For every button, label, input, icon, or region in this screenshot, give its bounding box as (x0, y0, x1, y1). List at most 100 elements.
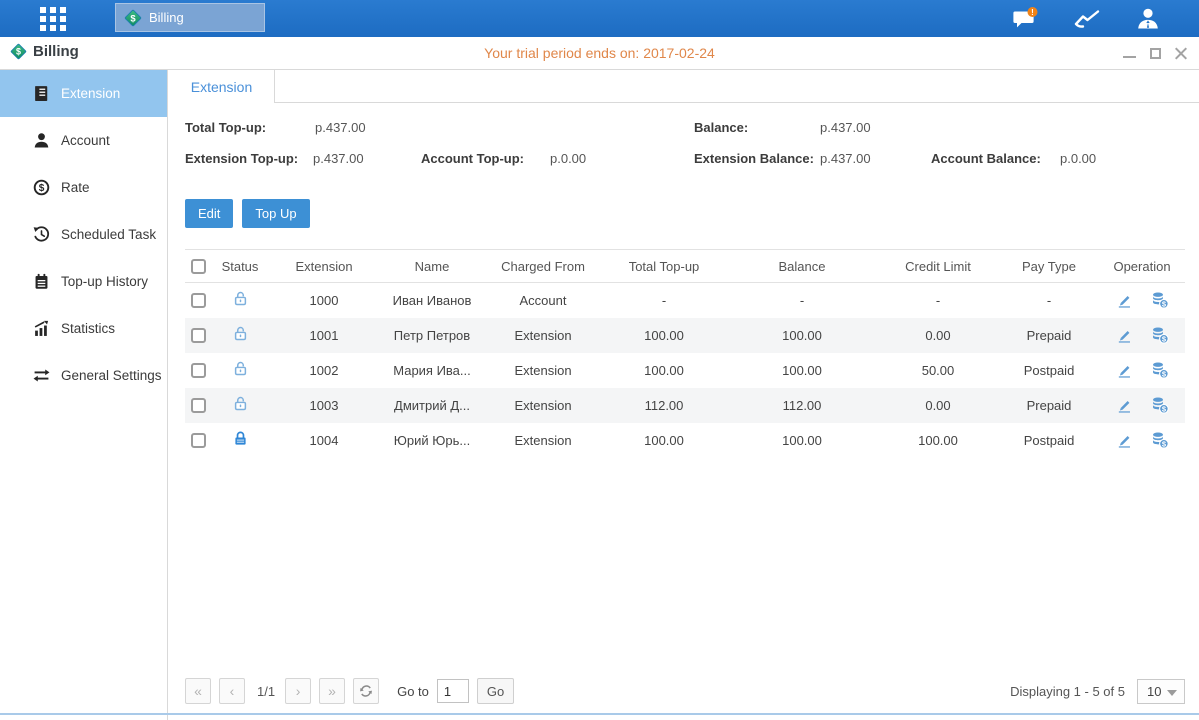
cell-balance: 112.00 (727, 388, 877, 423)
taskbar-tab-billing[interactable]: $ Billing (115, 3, 265, 32)
row-checkbox[interactable] (191, 398, 206, 413)
window-bottom-border (0, 713, 1199, 715)
col-extension: Extension (269, 250, 379, 283)
cell-credit-limit: 50.00 (877, 353, 999, 388)
lock-status-icon[interactable] (232, 325, 249, 342)
tab-extension[interactable]: Extension (169, 70, 275, 103)
lock-status-icon[interactable] (232, 430, 249, 447)
extension-topup-value: p.437.00 (313, 151, 364, 166)
balance-label: Balance: (694, 120, 748, 135)
sidebar-item-statistics[interactable]: Statistics (0, 305, 167, 352)
window-title-bar: $ Billing Your trial period ends on: 201… (0, 37, 1199, 70)
edit-row-icon[interactable] (1116, 432, 1133, 449)
cell-balance: - (727, 283, 877, 318)
ledger-icon (33, 85, 50, 102)
notebook-icon (33, 273, 50, 290)
go-button[interactable]: Go (477, 678, 514, 704)
sidebar-item-label: Account (61, 133, 110, 148)
minimize-icon[interactable] (1123, 56, 1136, 58)
cell-total-topup: 100.00 (601, 423, 727, 458)
sidebar: Extension Account $ Rate (0, 70, 168, 720)
cell-total-topup: - (601, 283, 727, 318)
cell-pay-type: Prepaid (999, 388, 1099, 423)
maximize-icon[interactable] (1150, 48, 1161, 59)
top-up-row-icon[interactable]: $ (1151, 326, 1169, 344)
trial-notice: Your trial period ends on: 2017-02-24 (0, 45, 1199, 61)
edit-button[interactable]: Edit (185, 199, 233, 228)
sidebar-item-scheduled-task[interactable]: Scheduled Task (0, 211, 167, 258)
cell-name: Дмитрий Д... (379, 388, 485, 423)
cell-name: Мария Ива... (379, 353, 485, 388)
close-icon[interactable] (1175, 47, 1187, 59)
table-row: 1000 Иван Иванов Account - - - - $ (185, 283, 1185, 318)
cell-charged-from: Extension (485, 353, 601, 388)
row-checkbox[interactable] (191, 293, 206, 308)
refresh-button[interactable] (353, 678, 379, 704)
person-icon (33, 132, 50, 149)
user-account-icon[interactable] (1135, 7, 1161, 31)
cell-balance: 100.00 (727, 423, 877, 458)
page-indicator: 1/1 (253, 684, 279, 699)
total-topup-value: p.437.00 (315, 120, 366, 135)
chevron-down-icon (1167, 690, 1177, 696)
select-all-checkbox[interactable] (191, 259, 206, 274)
account-balance-label: Account Balance: (931, 151, 1041, 166)
cell-extension: 1003 (269, 388, 379, 423)
lock-status-icon[interactable] (232, 290, 249, 307)
first-page-button[interactable]: « (185, 678, 211, 704)
sidebar-item-topup-history[interactable]: Top-up History (0, 258, 167, 305)
displaying-text: Displaying 1 - 5 of 5 (1010, 684, 1125, 699)
cell-charged-from: Extension (485, 388, 601, 423)
lock-status-icon[interactable] (232, 360, 249, 377)
top-up-button[interactable]: Top Up (242, 199, 309, 228)
sidebar-item-rate[interactable]: $ Rate (0, 164, 167, 211)
top-up-row-icon[interactable]: $ (1151, 431, 1169, 449)
pagination-bar: « ‹ 1/1 › » Go to Go Displaying 1 - 5 of… (185, 676, 1185, 706)
prev-page-button[interactable]: ‹ (219, 678, 245, 704)
page-size-dropdown[interactable]: 10 (1137, 679, 1185, 704)
sidebar-item-label: Scheduled Task (61, 227, 156, 242)
sidebar-item-label: Top-up History (61, 274, 148, 289)
cell-pay-type: - (999, 283, 1099, 318)
cell-credit-limit: 0.00 (877, 388, 999, 423)
sidebar-item-label: Extension (61, 86, 120, 101)
clock-history-icon (33, 226, 50, 243)
sidebar-item-label: General Settings (61, 368, 162, 383)
edit-row-icon[interactable] (1116, 292, 1133, 309)
top-up-row-icon[interactable]: $ (1151, 396, 1169, 414)
extension-balance-value: p.437.00 (820, 151, 871, 166)
account-topup-label: Account Top-up: (421, 151, 524, 166)
svg-text:$: $ (39, 183, 45, 194)
goto-page-input[interactable] (437, 679, 469, 703)
cell-total-topup: 112.00 (601, 388, 727, 423)
extension-topup-label: Extension Top-up: (185, 151, 298, 166)
main-content: Extension Total Top-up: p.437.00 Balance… (168, 70, 1199, 720)
sidebar-item-extension[interactable]: Extension (0, 70, 167, 117)
col-pay-type: Pay Type (999, 250, 1099, 283)
top-up-row-icon[interactable]: $ (1151, 361, 1169, 379)
app-grid-icon[interactable] (40, 7, 68, 31)
cell-credit-limit: - (877, 283, 999, 318)
edit-row-icon[interactable] (1116, 397, 1133, 414)
sidebar-item-account[interactable]: Account (0, 117, 167, 164)
billing-app-window: $ Billing ! (0, 0, 1199, 720)
messages-icon[interactable]: ! (1012, 7, 1039, 31)
row-checkbox[interactable] (191, 363, 206, 378)
lock-status-icon[interactable] (232, 395, 249, 412)
chart-growth-icon (33, 320, 50, 337)
tab-bar: Extension (168, 70, 1199, 103)
sidebar-item-general-settings[interactable]: General Settings (0, 352, 167, 399)
top-up-row-icon[interactable]: $ (1151, 291, 1169, 309)
edit-row-icon[interactable] (1116, 362, 1133, 379)
edit-row-icon[interactable] (1116, 327, 1133, 344)
next-page-button[interactable]: › (285, 678, 311, 704)
row-checkbox[interactable] (191, 433, 206, 448)
reports-chart-icon[interactable] (1073, 8, 1101, 30)
balance-value: p.437.00 (820, 120, 871, 135)
cell-name: Юрий Юрь... (379, 423, 485, 458)
last-page-button[interactable]: » (319, 678, 345, 704)
total-topup-label: Total Top-up: (185, 120, 266, 135)
col-name: Name (379, 250, 485, 283)
row-checkbox[interactable] (191, 328, 206, 343)
cell-charged-from: Account (485, 283, 601, 318)
